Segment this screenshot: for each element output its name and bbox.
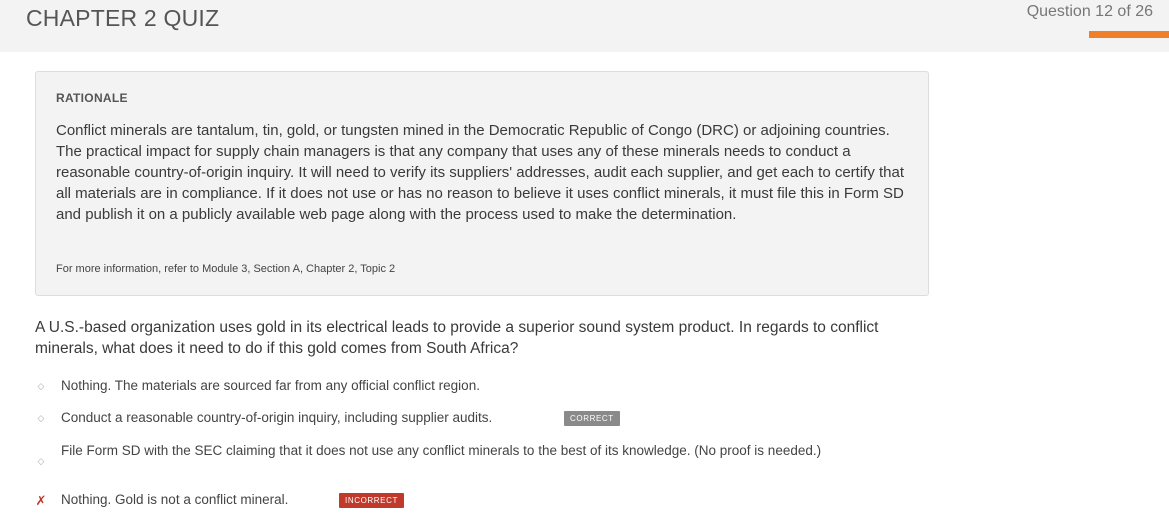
answer-option-label: File Form SD with the SEC claiming that …: [61, 443, 822, 458]
progress-indicator: [1089, 31, 1169, 38]
diamond-bullet-icon: ◇: [37, 381, 45, 391]
x-mark-icon: ✗: [35, 493, 47, 508]
question-text: A U.S.-based organization uses gold in i…: [35, 319, 879, 357]
diamond-bullet-icon: ◇: [37, 456, 45, 466]
answer-option-label: Conduct a reasonable country-of-origin i…: [61, 410, 493, 425]
question-counter: Question 12 of 26: [1026, 3, 1153, 20]
diamond-bullet-icon: ◇: [37, 413, 45, 423]
incorrect-badge: INCORRECT: [339, 493, 404, 508]
answer-option-label: Nothing. Gold is not a conflict mineral.: [61, 492, 289, 507]
rationale-reference: For more information, refer to Module 3,…: [56, 263, 396, 275]
rationale-panel: RATIONALE Conflict minerals are tantalum…: [35, 71, 929, 296]
rationale-text: Conflict minerals are tantalum, tin, gol…: [56, 122, 905, 223]
answer-option-label: Nothing. The materials are sourced far f…: [61, 378, 480, 393]
rationale-heading: RATIONALE: [56, 91, 128, 105]
correct-badge: CORRECT: [564, 411, 620, 426]
quiz-header: CHAPTER 2 QUIZ Question 12 of 26: [0, 0, 1169, 52]
quiz-title: CHAPTER 2 QUIZ: [26, 5, 220, 31]
